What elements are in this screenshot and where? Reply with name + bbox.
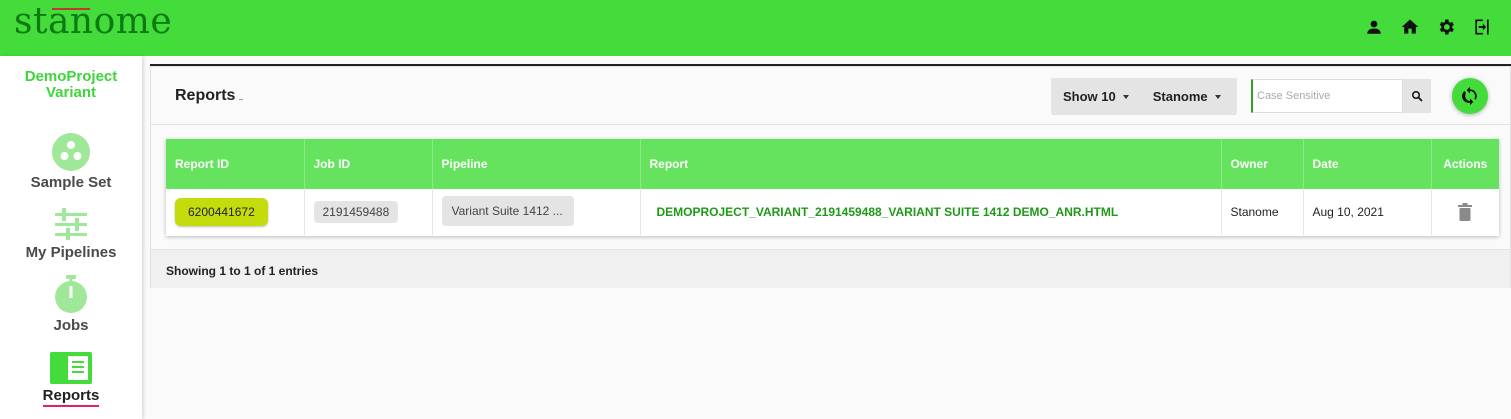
top-bar: stanome [0,0,1511,56]
report-link[interactable]: DEMOPROJECT_VARIANT_2191459488_VARIANT S… [650,205,1119,219]
logout-icon[interactable] [1471,16,1493,38]
reports-panel: Reports Show 10 Stanome Case Sensitive R… [150,66,1511,288]
refresh-icon [1462,86,1477,106]
show-entries-label: Show 10 [1063,89,1116,104]
logo[interactable]: stanome [14,0,172,44]
filter-button-group: Show 10 Stanome [1051,78,1237,115]
sample-set-icon [52,133,90,171]
table-header-row: Report ID Job ID Pipeline Report Owner D… [166,139,1499,189]
sidebar-item-label: Sample Set [30,174,112,191]
column-header-report[interactable]: Report [640,139,1222,189]
column-header-date[interactable]: Date [1303,139,1432,189]
sidebar-item-reports[interactable]: Reports [0,352,142,407]
column-header-job-id[interactable]: Job ID [304,139,433,189]
gear-icon[interactable] [1435,16,1457,38]
reports-table-container: Report ID Job ID Pipeline Report Owner D… [166,139,1499,236]
entries-info: Showing 1 to 1 of 1 entries [166,264,319,278]
logo-accent [52,8,90,10]
table-row: 6200441672 2191459488 Variant Suite 1412… [166,189,1499,235]
report-cell: DEMOPROJECT_VARIANT_2191459488_VARIANT S… [640,189,1222,235]
owner-filter-dropdown[interactable]: Stanome [1141,78,1233,115]
project-name: DemoProject Variant [24,68,118,101]
refresh-button[interactable] [1452,78,1488,114]
search-button[interactable] [1403,79,1431,113]
job-id-cell: 2191459488 [304,189,433,235]
pipeline-badge[interactable]: Variant Suite 1412 ... [441,195,574,226]
sidebar-item-label: Jobs [53,317,89,334]
sidebar-item-jobs[interactable]: Jobs [0,274,142,334]
title-divider [239,99,243,100]
report-icon [50,352,92,384]
sidebar: DemoProject Variant Sample Set My Pipeli… [0,56,142,419]
date-cell: Aug 10, 2021 [1303,189,1432,235]
owner-cell: Stanome [1221,189,1304,235]
report-id-badge[interactable]: 6200441672 [175,198,268,226]
table-footer: Showing 1 to 1 of 1 entries [151,249,1510,288]
search-input[interactable] [1251,79,1403,113]
column-header-report-id[interactable]: Report ID [166,139,305,189]
stopwatch-icon [55,275,87,313]
show-entries-dropdown[interactable]: Show 10 [1051,78,1141,115]
panel-header: Reports Show 10 Stanome [151,67,1510,125]
owner-filter-label: Stanome [1152,89,1208,104]
caret-down-icon [1214,94,1221,99]
reports-table: Report ID Job ID Pipeline Report Owner D… [166,139,1499,235]
page-title: Reports [175,87,236,104]
person-icon[interactable] [1363,16,1385,38]
actions-cell [1431,189,1499,235]
column-header-owner[interactable]: Owner [1221,139,1304,189]
sidebar-item-sample-set[interactable]: Sample Set [0,133,142,191]
top-icons [1363,16,1493,38]
sidebar-item-my-pipelines[interactable]: My Pipelines [0,207,142,261]
report-id-cell: 6200441672 [166,189,305,235]
sidebar-item-label: Reports [42,387,100,407]
column-header-pipeline[interactable]: Pipeline [432,139,641,189]
column-header-actions: Actions [1431,139,1499,189]
sliders-icon [55,208,87,240]
sidebar-item-label: My Pipelines [25,244,117,261]
caret-down-icon [1122,94,1129,99]
trash-icon[interactable] [1458,203,1473,221]
search-icon [1412,91,1423,102]
job-id-badge[interactable]: 2191459488 [313,201,399,223]
pipeline-cell: Variant Suite 1412 ... [432,189,641,235]
home-icon[interactable] [1399,16,1421,38]
